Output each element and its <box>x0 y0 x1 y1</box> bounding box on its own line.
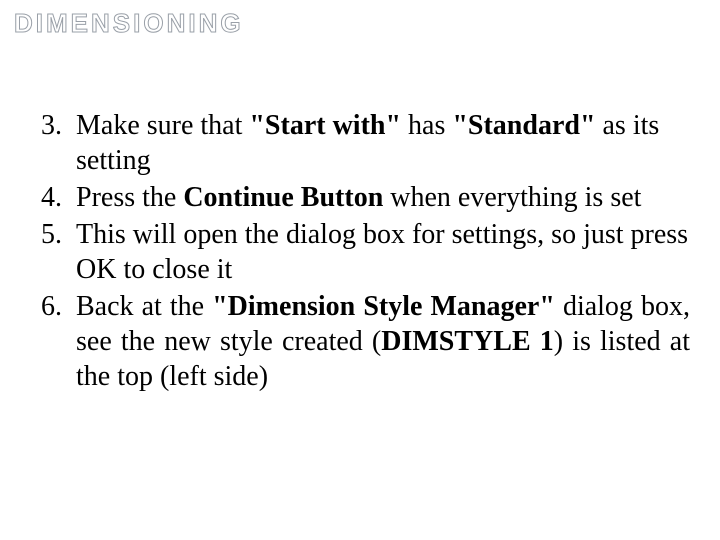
bold-text: "Start with" <box>249 110 401 141</box>
bold-text: DIMSTYLE 1 <box>381 326 554 357</box>
list-item: 5. This will open the dialog box for set… <box>30 217 690 287</box>
bold-text: "Standard" <box>452 110 595 141</box>
item-body: This will open the dialog box for settin… <box>76 217 690 287</box>
list-item: 3. Make sure that "Start with" has "Stan… <box>30 108 690 178</box>
item-number: 5. <box>30 217 76 287</box>
list-item: 4. Press the Continue Button when everyt… <box>30 180 690 215</box>
text: Make sure that <box>76 110 249 141</box>
slide: DIMENSIONING 3. Make sure that "Start wi… <box>0 0 720 540</box>
text: Back at the <box>76 291 212 322</box>
text: Press the <box>76 182 183 213</box>
bold-text: Continue Button <box>183 182 383 213</box>
text: when everything is set <box>383 182 641 213</box>
text: This will open the dialog box for settin… <box>76 219 688 285</box>
page-title: DIMENSIONING <box>14 8 244 39</box>
item-number: 3. <box>30 108 76 178</box>
item-body: Press the Continue Button when everythin… <box>76 180 690 215</box>
text: has <box>401 110 452 141</box>
item-number: 4. <box>30 180 76 215</box>
item-number: 6. <box>30 289 76 394</box>
bold-text: "Dimension Style Manager" <box>212 291 555 322</box>
item-body: Back at the "Dimension Style Manager" di… <box>76 289 690 394</box>
item-body: Make sure that "Start with" has "Standar… <box>76 108 690 178</box>
instruction-list: 3. Make sure that "Start with" has "Stan… <box>30 108 690 396</box>
list-item: 6. Back at the "Dimension Style Manager"… <box>30 289 690 394</box>
